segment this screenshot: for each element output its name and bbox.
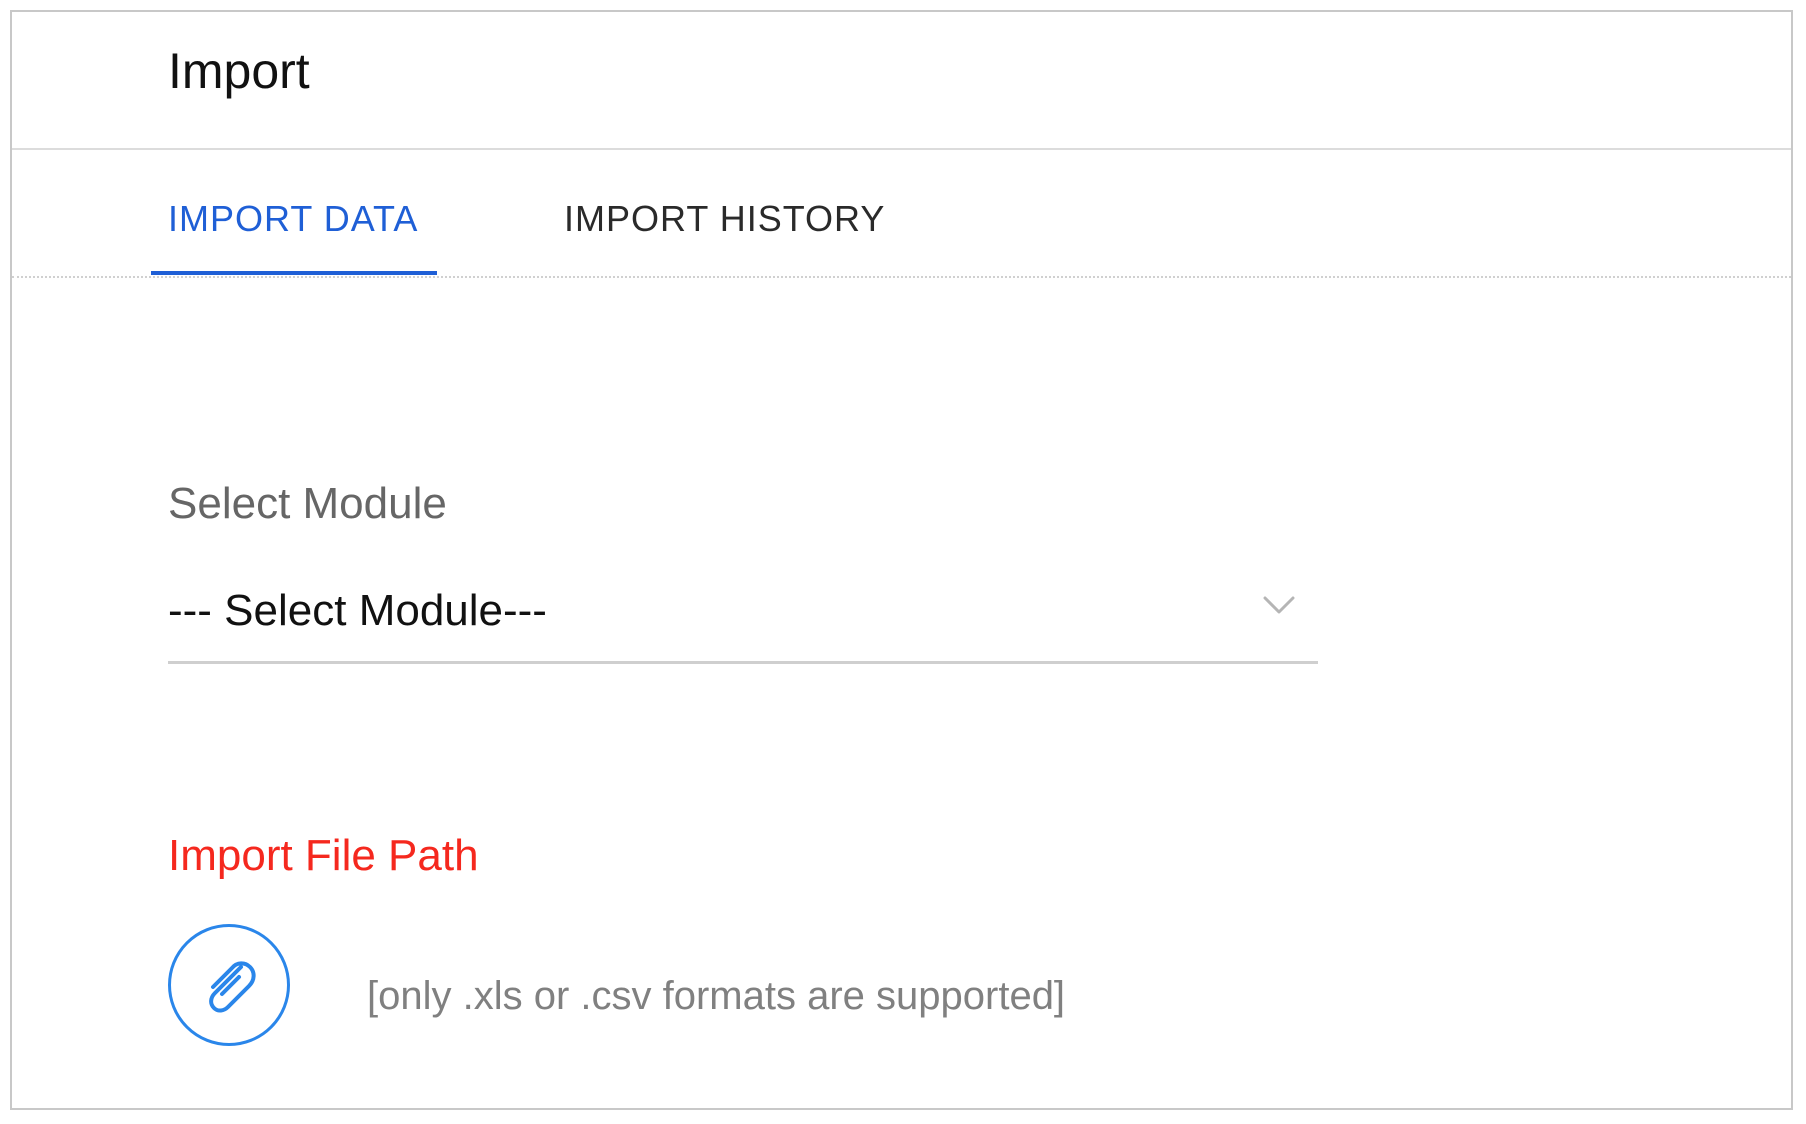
tab-import-data[interactable]: IMPORT DATA [168, 201, 418, 237]
active-tab-indicator [151, 271, 437, 275]
paperclip-icon [209, 961, 256, 1013]
select-module-label: Select Module [168, 479, 447, 528]
import-panel: Import IMPORT DATA IMPORT HISTORY Select… [10, 10, 1793, 1110]
attach-file-button[interactable] [168, 924, 290, 1046]
tab-bar: IMPORT DATA IMPORT HISTORY [12, 150, 1791, 278]
tab-import-history[interactable]: IMPORT HISTORY [564, 201, 885, 237]
import-file-path-label: Import File Path [168, 831, 479, 880]
page-header: Import [12, 12, 1791, 150]
page-title: Import [168, 43, 310, 99]
chevron-down-icon [1263, 596, 1295, 614]
module-select-value: --- Select Module--- [168, 586, 547, 635]
module-select[interactable]: --- Select Module--- [168, 572, 1318, 664]
file-format-hint: [only .xls or .csv formats are supported… [367, 974, 1066, 1018]
